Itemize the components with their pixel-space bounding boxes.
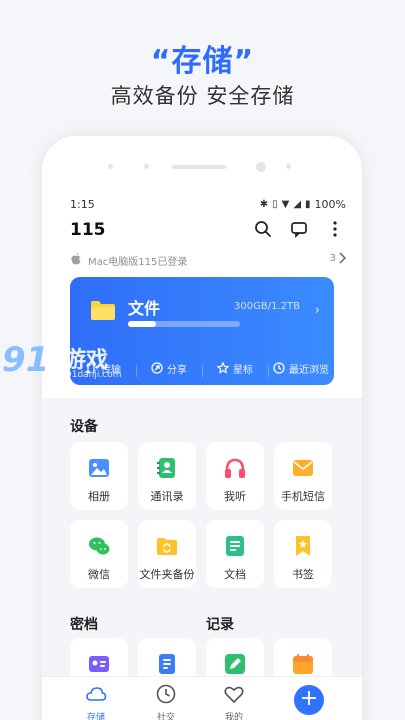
wifi-icon: ▼	[281, 199, 290, 210]
clock-icon	[156, 684, 176, 704]
promo-subtitle: 高效备份 安全存储	[110, 84, 295, 108]
vibrate-icon: ▯	[272, 199, 278, 210]
app-bar: 115	[70, 218, 346, 242]
apple-icon	[70, 252, 82, 268]
tile-label: 相册	[88, 490, 110, 503]
wechat-icon	[89, 537, 110, 555]
clock-icon	[273, 362, 285, 374]
storage-usage: 300GB/1.2TB	[234, 301, 300, 312]
storage-progress	[128, 321, 240, 327]
tile-documents[interactable]: 文档	[206, 520, 264, 588]
folder-icon	[90, 299, 116, 321]
file-card-title: 文件	[128, 299, 161, 318]
nav-social-label: 社交	[156, 713, 175, 720]
document-icon	[226, 536, 244, 556]
action-star[interactable]: 星标	[202, 361, 268, 377]
tile-label: 通讯录	[150, 490, 184, 503]
app-title: 115	[70, 220, 106, 240]
edit-icon	[225, 654, 245, 674]
tile-folder-backup[interactable]: 文件夹备份	[138, 520, 196, 588]
vault-section-title: 密档	[70, 617, 98, 633]
storage-progress-fill	[128, 321, 156, 327]
tile-label: 我听	[224, 490, 246, 503]
tile-bookmarks[interactable]: 书签	[274, 520, 332, 588]
bluetooth-icon: ✱	[259, 199, 269, 210]
earpiece	[172, 165, 226, 169]
phone-frame: 1:15 ✱ ▯ ▼ ◢ ▮ 100% 115 Mac电脑版115已登录 3 文…	[42, 136, 362, 720]
calendar-icon	[293, 654, 313, 674]
records-section-title: 记录	[206, 617, 234, 633]
heart-icon	[224, 686, 244, 704]
bookmark-icon	[296, 536, 310, 556]
bottom-nav: 存储 社交 我的 +	[42, 676, 362, 720]
notes-icon	[159, 654, 175, 674]
cloud-icon	[86, 687, 107, 701]
action-recent[interactable]: 最近浏览	[268, 361, 334, 377]
sensor-dot	[286, 164, 291, 169]
action-share-label: 分享	[167, 364, 187, 376]
nav-storage-label: 存储	[86, 713, 105, 720]
battery-icon: ▮	[305, 199, 311, 210]
star-icon	[217, 362, 229, 374]
share-icon	[151, 362, 163, 374]
action-recent-label: 最近浏览	[289, 364, 329, 376]
site-watermark: 91 游戏 91danji.com	[2, 340, 142, 384]
mail-icon	[293, 460, 313, 476]
nav-mine[interactable]: 我的	[204, 683, 264, 720]
nav-mine-label: 我的	[224, 713, 243, 720]
tile-label: 书签	[292, 568, 314, 581]
front-camera	[256, 162, 266, 172]
sensor-dot	[108, 164, 113, 169]
plus-icon: +	[299, 686, 319, 711]
nav-social[interactable]: 社交	[136, 683, 196, 720]
sensor-dot	[144, 164, 149, 169]
status-bar: 1:15 ✱ ▯ ▼ ◢ ▮ 100%	[70, 198, 346, 212]
tile-listen[interactable]: 我听	[206, 442, 264, 510]
headphones-icon	[225, 458, 245, 478]
tile-label: 手机短信	[281, 490, 325, 503]
tile-album[interactable]: 相册	[70, 442, 128, 510]
tile-label: 文件夹备份	[139, 568, 195, 581]
add-button[interactable]: +	[294, 685, 324, 715]
tile-label: 微信	[88, 568, 110, 581]
tile-label: 文档	[224, 568, 246, 581]
contacts-icon	[157, 458, 175, 478]
more-icon[interactable]	[324, 218, 346, 240]
login-count: 3	[329, 253, 336, 264]
status-time: 1:15	[70, 198, 95, 211]
watermark-number: 91	[2, 340, 50, 380]
chevron-right-icon: ›	[314, 303, 320, 318]
message-icon[interactable]	[288, 218, 310, 240]
action-star-label: 星标	[233, 364, 253, 376]
photo-icon	[89, 459, 109, 477]
tile-contacts[interactable]: 通讯录	[138, 442, 196, 510]
search-icon[interactable]	[252, 218, 274, 240]
login-notice-text: Mac电脑版115已登录	[88, 257, 188, 268]
devices-section-title: 设备	[70, 419, 98, 435]
promo-title: “存储”	[150, 44, 255, 79]
chevron-right-icon	[339, 252, 347, 267]
login-notice[interactable]: Mac电脑版115已登录 3	[70, 252, 347, 268]
action-share[interactable]: 分享	[136, 361, 202, 377]
main-content: 设备 相册 通讯录 我听 手机短信 微信 文件夹备份 文档 书签 密档 记录	[42, 398, 362, 720]
folder-sync-icon	[157, 538, 177, 555]
phone-speaker	[42, 162, 362, 172]
watermark-url: 91danji.com	[66, 370, 122, 380]
tile-sms[interactable]: 手机短信	[274, 442, 332, 510]
nav-storage[interactable]: 存储	[66, 683, 126, 720]
battery-level: 100%	[314, 198, 346, 211]
id-card-icon	[89, 656, 109, 672]
signal-icon: ◢	[293, 199, 302, 210]
tile-wechat[interactable]: 微信	[70, 520, 128, 588]
